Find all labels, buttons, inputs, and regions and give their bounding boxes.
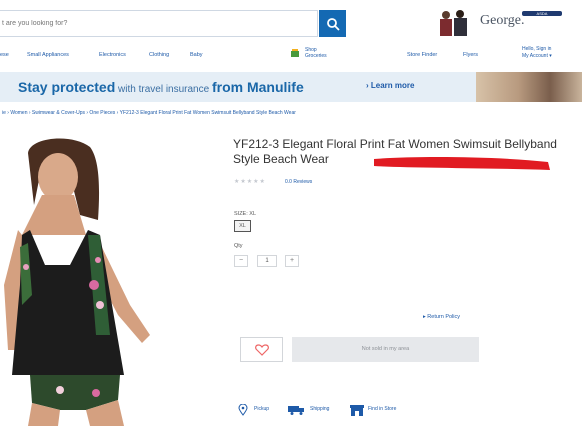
shop-groceries-link[interactable]: Shop Groceries <box>305 47 327 59</box>
add-to-cart-button[interactable]: Not sold in my area <box>292 337 479 362</box>
qty-label: Qty <box>234 243 243 249</box>
search-input[interactable] <box>0 11 302 36</box>
nav-item-home[interactable]: ese <box>0 52 9 58</box>
find-in-store-option[interactable]: Find in Store <box>368 406 396 412</box>
logo-text[interactable]: George. <box>480 13 524 29</box>
truck-icon <box>288 406 304 415</box>
my-account: My Account ▾ <box>522 53 552 59</box>
hello-sign-in: Hello, Sign in <box>522 46 552 52</box>
banner-mid: with travel insurance <box>115 84 212 95</box>
nav-item-electronics[interactable]: Electronics <box>99 52 126 58</box>
logo-badge: ASDA <box>522 11 562 16</box>
qty-input[interactable]: 1 <box>257 255 277 267</box>
size-option-xl[interactable]: XL <box>234 220 251 232</box>
shop-line2: Groceries <box>305 53 327 59</box>
account-menu[interactable]: Hello, Sign in My Account ▾ <box>522 46 552 60</box>
rating-stars: ★★★★★ <box>234 179 266 185</box>
wishlist-button[interactable] <box>240 337 283 362</box>
return-policy-label: Return Policy <box>427 314 461 320</box>
nav-item-small-appliances[interactable]: Small Appliances <box>27 52 69 58</box>
qty-increase-button[interactable]: + <box>285 255 299 267</box>
search-button[interactable] <box>319 10 346 37</box>
learn-more-link[interactable]: › Learn more <box>366 81 414 90</box>
size-label: SIZE: XL <box>234 211 257 217</box>
banner-brand: from Manulife <box>211 79 304 95</box>
qty-decrease-button[interactable]: − <box>234 255 248 267</box>
product-image[interactable] <box>0 135 180 426</box>
return-policy-link[interactable]: ▸ Return Policy <box>423 314 460 320</box>
people-photo <box>434 8 474 36</box>
grocery-basket-icon <box>291 49 299 57</box>
red-marker-annotation <box>374 157 550 170</box>
banner-photo <box>476 72 582 102</box>
nav-item-baby[interactable]: Baby <box>190 52 203 58</box>
banner-headline: Stay protected with travel insurance fro… <box>18 79 304 95</box>
store-icon <box>350 405 364 416</box>
search-icon <box>326 17 340 31</box>
search-box[interactable] <box>0 10 318 37</box>
breadcrumb[interactable]: ie › Women › Swimwear & Cover-Ups › One … <box>2 110 296 116</box>
flyers-link[interactable]: Flyers <box>463 52 478 58</box>
heart-icon <box>254 343 269 356</box>
banner-lead: Stay protected <box>18 79 116 95</box>
location-pin-icon <box>238 404 248 416</box>
chevron-right-icon: ▸ <box>423 314 426 320</box>
reviews-link[interactable]: 0.0 Reviews <box>285 179 312 185</box>
shipping-option[interactable]: Shipping <box>310 406 329 412</box>
pickup-option[interactable]: Pickup <box>254 406 269 412</box>
store-finder-link[interactable]: Store Finder <box>407 52 437 58</box>
nav-item-clothing[interactable]: Clothing <box>149 52 169 58</box>
